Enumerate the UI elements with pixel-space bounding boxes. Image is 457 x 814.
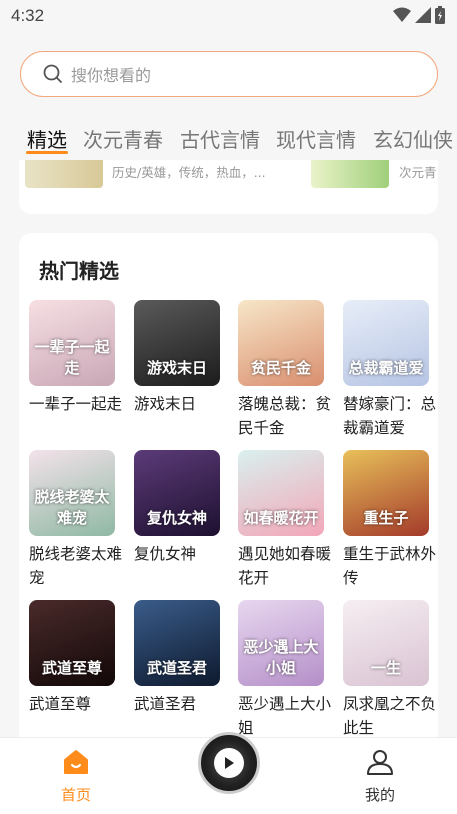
category-tabs: 精选 次元青春 古代言情 现代言情 玄幻仙侠 — [0, 118, 457, 160]
book-title[interactable]: 武道圣君 — [134, 692, 230, 716]
search-bar[interactable]: 搜你想看的 — [20, 51, 438, 97]
book-title[interactable]: 游戏末日 — [134, 392, 230, 416]
book-item[interactable]: 复仇女神 复仇女神 — [134, 450, 224, 566]
prev-book-tags: 次元青 — [399, 165, 437, 180]
book-item[interactable]: 武道圣君 武道圣君 — [134, 600, 224, 716]
book-item[interactable]: 如春暖花开遇见她如春暖花开 — [238, 450, 331, 590]
book-title[interactable]: 落魄总裁：贫民千金 — [238, 392, 334, 440]
status-bar: 4:32 — [0, 0, 457, 34]
book-cover-text: 贫民千金 — [250, 359, 311, 377]
play-icon — [214, 748, 244, 778]
book-item[interactable]: 一辈子一起走 一辈子一起走 — [29, 300, 122, 416]
user-icon — [367, 750, 393, 775]
book-cover-text: 一辈子一起走 — [34, 338, 110, 377]
book-title[interactable]: 武道至尊 — [29, 692, 125, 716]
nav-mine[interactable]: 我的 — [350, 748, 410, 805]
book-item[interactable]: 武道至尊 武道至尊 — [29, 600, 119, 716]
prev-book-cover[interactable] — [25, 160, 103, 188]
book-cover[interactable]: 一生 — [343, 600, 429, 686]
book-cover[interactable]: 武道圣君 — [134, 600, 220, 686]
book-item[interactable]: 总裁霸道爱替嫁豪门：总裁霸道爱 — [343, 300, 436, 440]
tab-ciyuan-qingchun[interactable]: 次元青春 — [83, 124, 163, 153]
book-item[interactable]: 脱线老婆太难宠 脱线老婆太难宠 — [29, 450, 122, 590]
previous-section-card: 历史/英雄，传统，热血，... 次元青 — [19, 160, 438, 214]
battery-icon — [435, 6, 445, 24]
book-cover[interactable]: 脱线老婆太难宠 — [29, 450, 115, 536]
tab-jingxuan[interactable]: 精选 — [27, 124, 67, 153]
status-icons — [393, 6, 445, 24]
tab-gudai-yanqing[interactable]: 古代言情 — [180, 124, 260, 153]
book-title[interactable]: 替嫁豪门：总裁霸道爱 — [343, 392, 439, 440]
hot-picks-section: 热门精选 一辈子一起走 一辈子一起走 游戏末日 游戏末日 贫民千金 落魄总裁：贫民千金 总裁… — [19, 233, 438, 753]
book-cover[interactable]: 恶少遇上大小姐 — [238, 600, 324, 686]
book-cover[interactable]: 如春暖花开 — [238, 450, 324, 536]
book-item[interactable]: 恶少遇上大小姐 恶少遇上大小姐 — [238, 600, 331, 740]
nav-home[interactable]: 首页 — [46, 748, 106, 805]
search-placeholder[interactable]: 搜你想看的 — [71, 62, 151, 86]
book-cover[interactable]: 复仇女神 — [134, 450, 220, 536]
tab-xuanhuan-xianxia[interactable]: 玄幻仙侠 — [373, 124, 453, 153]
book-cover-text: 脱线老婆太难宠 — [34, 488, 110, 527]
book-cover-text: 恶少遇上大小姐 — [243, 638, 319, 677]
status-time: 4:32 — [11, 6, 45, 25]
book-title[interactable]: 遇见她如春暖花开 — [238, 542, 334, 590]
book-cover-text: 武道至尊 — [41, 659, 102, 677]
book-cover-text: 一生 — [370, 659, 401, 677]
book-cover[interactable]: 游戏末日 — [134, 300, 220, 386]
book-item[interactable]: 重生子重生于武林外传 — [343, 450, 436, 590]
home-icon — [64, 750, 88, 774]
book-title[interactable]: 重生于武林外传 — [343, 542, 439, 590]
prev-book-tags: 历史/英雄，传统，热血，... — [112, 165, 266, 180]
search-icon — [43, 64, 62, 83]
prev-book-cover[interactable] — [311, 160, 389, 188]
active-tab-indicator — [26, 151, 68, 154]
book-cover[interactable]: 贫民千金 — [238, 300, 324, 386]
book-title[interactable]: 一辈子一起走 — [29, 392, 125, 416]
bottom-nav: 首页 我的 — [0, 732, 457, 814]
tab-xiandai-yanqing[interactable]: 现代言情 — [276, 124, 356, 153]
player-button[interactable] — [198, 732, 260, 794]
book-title[interactable]: 脱线老婆太难宠 — [29, 542, 125, 590]
book-title[interactable]: 复仇女神 — [134, 542, 230, 566]
book-item[interactable]: 一生凤求凰之不负此生 — [343, 600, 436, 740]
book-cover[interactable]: 一辈子一起走 — [29, 300, 115, 386]
signal-icon — [415, 7, 431, 23]
book-title[interactable]: 凤求凰之不负此生 — [343, 692, 439, 740]
nav-home-label: 首页 — [60, 786, 91, 804]
book-cover-text: 总裁霸道爱 — [348, 359, 424, 377]
book-cover-text: 武道圣君 — [146, 659, 207, 677]
book-item[interactable]: 游戏末日 游戏末日 — [134, 300, 224, 416]
book-cover-text: 如春暖花开 — [243, 509, 319, 527]
book-cover[interactable]: 总裁霸道爱 — [343, 300, 429, 386]
book-cover-text: 复仇女神 — [146, 509, 207, 527]
book-cover[interactable]: 重生子 — [343, 450, 429, 536]
nav-mine-label: 我的 — [364, 786, 395, 804]
book-cover-text: 游戏末日 — [146, 359, 207, 377]
book-cover[interactable]: 武道至尊 — [29, 600, 115, 686]
wifi-icon — [393, 7, 411, 22]
section-title: 热门精选 — [39, 259, 119, 283]
book-item[interactable]: 贫民千金落魄总裁：贫民千金 — [238, 300, 331, 440]
book-title[interactable]: 恶少遇上大小姐 — [238, 692, 334, 740]
book-cover-text: 重生子 — [363, 509, 409, 527]
